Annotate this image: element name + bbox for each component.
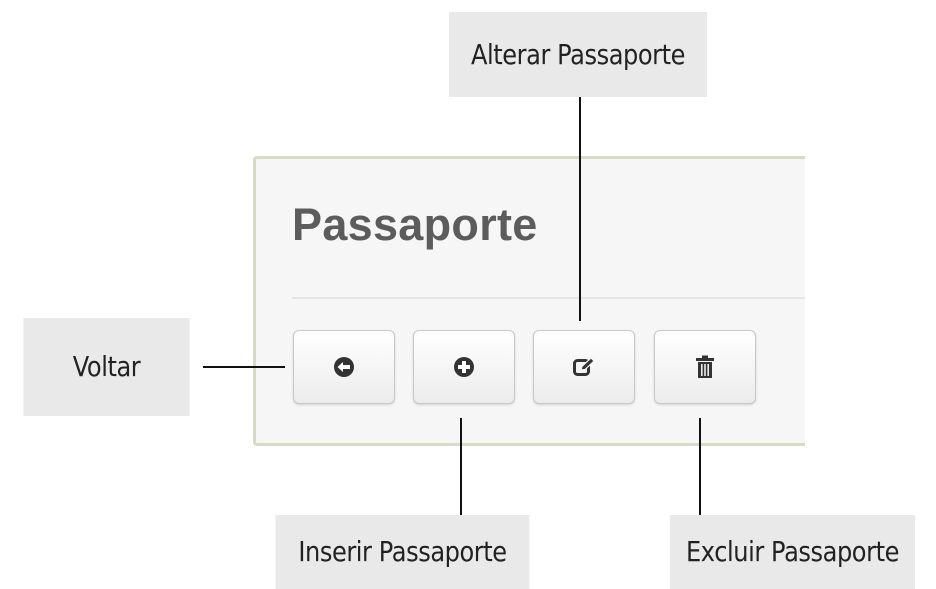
alterar-button[interactable] <box>533 330 635 404</box>
callout-alterar-passaporte: Alterar Passaporte <box>449 12 707 97</box>
callout-excluir-passaporte: Excluir Passaporte <box>669 515 916 589</box>
plus-circle-icon <box>454 357 474 377</box>
connector-line-alterar <box>579 97 581 321</box>
callout-inserir-label: Inserir Passaporte <box>298 535 507 568</box>
panel-edge <box>805 156 817 446</box>
passaporte-panel: Passaporte <box>253 156 805 446</box>
connector-line-inserir <box>460 418 462 515</box>
callout-inserir-passaporte: Inserir Passaporte <box>275 515 530 589</box>
arrow-left-circle-icon <box>334 357 354 377</box>
connector-line-voltar <box>203 366 285 368</box>
callout-excluir-label: Excluir Passaporte <box>686 535 899 568</box>
connector-line-excluir <box>699 418 701 515</box>
voltar-button[interactable] <box>293 330 395 404</box>
panel-divider <box>292 297 805 299</box>
inserir-button[interactable] <box>413 330 515 404</box>
excluir-button[interactable] <box>654 330 756 404</box>
callout-voltar-label: Voltar <box>72 350 141 383</box>
trash-icon <box>696 355 714 378</box>
callout-voltar: Voltar <box>23 318 190 416</box>
callout-alterar-label: Alterar Passaporte <box>470 37 686 71</box>
panel-title: Passaporte <box>292 199 538 250</box>
edit-icon <box>573 357 595 376</box>
